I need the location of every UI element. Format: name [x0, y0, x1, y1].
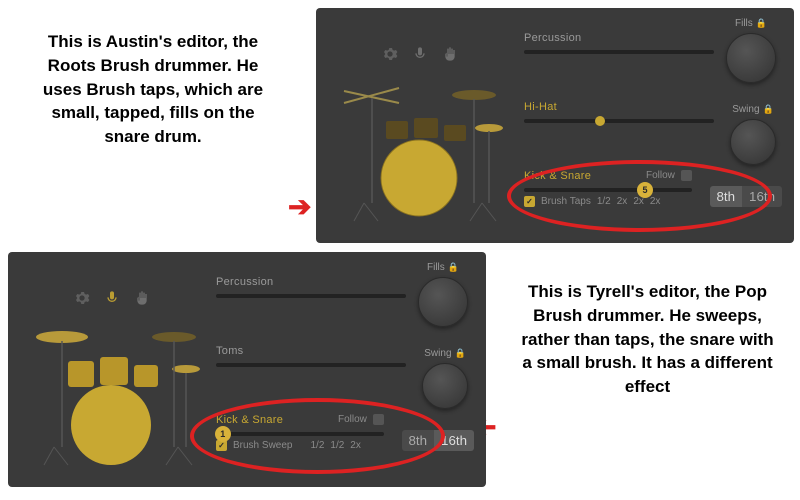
brush-taps-label: Brush Taps	[541, 196, 591, 207]
swing-knob[interactable]	[730, 119, 776, 165]
track-toms[interactable]: Toms	[216, 345, 406, 367]
slider-kick-snare[interactable]: 5	[524, 188, 692, 192]
drum-kit-graphic[interactable]	[26, 307, 206, 467]
arrow-right-icon: ➔	[288, 190, 311, 223]
swing-knob-group: Swing🔒	[422, 348, 468, 409]
tyrell-editor-panel: Percussion Toms Kick & Snare 1 ✓ Brush S…	[8, 252, 486, 487]
track-percussion[interactable]: Percussion	[524, 32, 714, 54]
toolbar	[382, 46, 458, 62]
fills-knob-group: Fills🔒	[726, 18, 776, 83]
slider-percussion[interactable]	[216, 294, 406, 298]
lock-icon[interactable]: 🔒	[763, 104, 774, 115]
fills-knob-group: Fills🔒	[418, 262, 468, 327]
fills-knob[interactable]	[418, 277, 468, 327]
rate-option[interactable]: 1/2	[597, 196, 611, 207]
fills-label: Fills🔒	[735, 18, 767, 29]
swing-knob-group: Swing🔒	[730, 104, 776, 165]
toolbar	[74, 290, 150, 306]
track-label: Percussion	[216, 276, 406, 288]
gear-icon[interactable]	[382, 46, 398, 62]
seg-8th[interactable]: 8th	[710, 186, 743, 207]
fills-label: Fills🔒	[427, 262, 459, 273]
rate-option[interactable]: 1/2	[310, 440, 324, 451]
rate-option[interactable]: 2x	[617, 196, 628, 207]
hand-icon[interactable]	[134, 290, 150, 306]
commentary-austin: This is Austin's editor, the Roots Brush…	[28, 30, 278, 149]
seg-8th[interactable]: 8th	[402, 430, 435, 451]
lock-icon[interactable]: 🔒	[448, 262, 459, 273]
brush-sweep-row: ✓ Brush Sweep 1/2 1/2 2x	[216, 440, 384, 451]
fills-knob[interactable]	[726, 33, 776, 83]
slider-toms[interactable]	[216, 363, 406, 367]
swing-label: Swing🔒	[732, 104, 773, 115]
gear-icon[interactable]	[74, 290, 90, 306]
brush-taps-row: ✓ Brush Taps 1/2 2x 2x 2x	[524, 196, 692, 207]
brush-sweep-label: Brush Sweep	[233, 440, 292, 451]
mic-icon[interactable]	[412, 46, 428, 62]
resolution-segment[interactable]: 8th 16th	[402, 430, 474, 451]
rate-option[interactable]: 1/2	[330, 440, 344, 451]
lock-icon[interactable]: 🔒	[756, 18, 767, 29]
follow-label: Follow	[646, 170, 675, 181]
rate-option[interactable]: 2x	[650, 196, 661, 207]
follow-row: Follow	[646, 170, 692, 181]
follow-checkbox[interactable]	[681, 170, 692, 181]
slider-hihat[interactable]	[524, 119, 714, 123]
drum-kit-graphic[interactable]	[334, 63, 514, 223]
track-percussion[interactable]: Percussion	[216, 276, 406, 298]
track-label: Toms	[216, 345, 406, 357]
follow-row: Follow	[338, 414, 384, 425]
brush-taps-checkbox[interactable]: ✓	[524, 196, 535, 207]
rate-option[interactable]: 2x	[350, 440, 361, 451]
austin-editor-panel: Percussion Hi-Hat Kick & Snare 5 ✓ Brush…	[316, 8, 794, 243]
slider-thumb[interactable]: 1	[215, 426, 231, 442]
slider-thumb[interactable]	[595, 116, 605, 126]
seg-16th[interactable]: 16th	[742, 186, 782, 207]
track-label: Hi-Hat	[524, 101, 714, 113]
hand-icon[interactable]	[442, 46, 458, 62]
seg-16th[interactable]: 16th	[434, 430, 474, 451]
mic-icon[interactable]	[104, 290, 120, 306]
follow-label: Follow	[338, 414, 367, 425]
resolution-segment[interactable]: 8th 16th	[710, 186, 782, 207]
lock-icon[interactable]: 🔒	[455, 348, 466, 359]
track-label: Percussion	[524, 32, 714, 44]
swing-knob[interactable]	[422, 363, 468, 409]
commentary-tyrell: This is Tyrell's editor, the Pop Brush d…	[520, 280, 775, 399]
slider-kick-snare[interactable]: 1	[216, 432, 384, 436]
slider-thumb[interactable]: 5	[637, 182, 653, 198]
slider-percussion[interactable]	[524, 50, 714, 54]
track-hihat[interactable]: Hi-Hat	[524, 101, 714, 123]
swing-label: Swing🔒	[424, 348, 465, 359]
follow-checkbox[interactable]	[373, 414, 384, 425]
